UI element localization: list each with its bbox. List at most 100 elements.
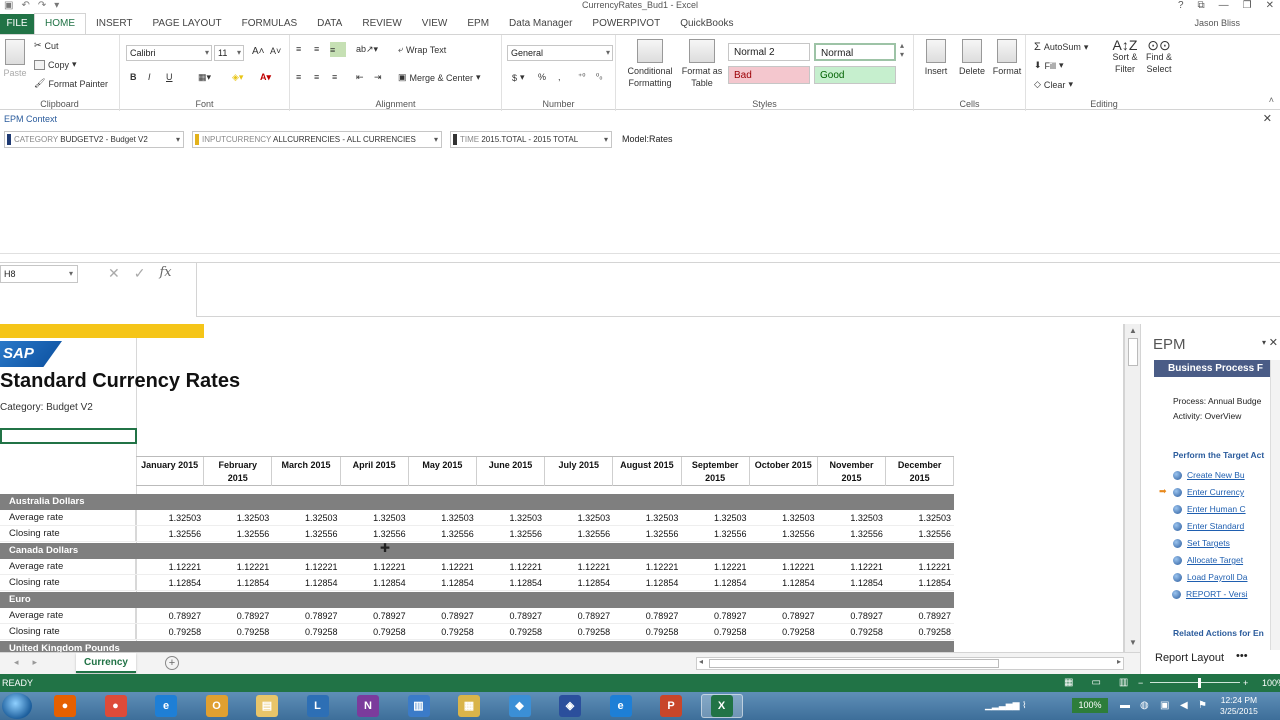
rate-cell[interactable]: 1.12221 <box>272 559 340 574</box>
signal-icon[interactable]: ▁▂▃▅▆ ⌇ <box>985 700 1027 711</box>
sort-filter-button[interactable]: A↕Z Sort & Filter <box>1108 38 1142 75</box>
rate-cell[interactable]: 0.79258 <box>681 624 749 639</box>
start-button[interactable] <box>2 693 32 719</box>
more-options-icon[interactable]: ••• <box>1236 650 1248 662</box>
epm-action-link[interactable]: Enter Human C <box>1173 502 1246 516</box>
name-box[interactable]: H8 <box>0 265 78 283</box>
rate-cell[interactable]: 1.32503 <box>750 510 818 525</box>
rate-cell[interactable]: 0.78927 <box>545 608 613 623</box>
taskbar-app[interactable]: ▦ <box>448 694 490 718</box>
rate-cell[interactable]: 1.32503 <box>886 510 954 525</box>
rate-cell[interactable]: 0.79258 <box>204 624 272 639</box>
rate-cell[interactable]: 0.78927 <box>409 608 477 623</box>
rate-cell[interactable]: 1.12854 <box>750 575 818 590</box>
rate-cell[interactable]: 1.32503 <box>340 510 408 525</box>
tab-data[interactable]: DATA <box>307 14 352 34</box>
minimize-icon[interactable]: — <box>1219 0 1229 11</box>
fill-button[interactable]: ⬇ Fill ▾ <box>1034 60 1064 71</box>
scroll-up-icon[interactable]: ▲ <box>1125 326 1141 338</box>
tab-page-layout[interactable]: PAGE LAYOUT <box>143 14 232 34</box>
rate-cell[interactable]: 0.79258 <box>340 624 408 639</box>
rate-cell[interactable]: 0.79258 <box>136 624 204 639</box>
clock[interactable]: 12:24 PM 3/25/2015 <box>1220 695 1258 717</box>
group-header-row[interactable]: United Kingdom Pounds <box>0 641 954 652</box>
tab-data-manager[interactable]: Data Manager <box>499 14 582 34</box>
rate-cell[interactable]: 1.32556 <box>613 526 681 541</box>
month-header[interactable]: January 2015 <box>136 457 205 486</box>
group-header-row[interactable]: Euro <box>0 592 954 608</box>
taskbar-app[interactable]: P <box>650 694 692 718</box>
rate-cell[interactable]: 0.78927 <box>477 608 545 623</box>
middle-align-icon[interactable]: ≡ <box>314 44 319 54</box>
rate-cell[interactable]: 1.12221 <box>681 559 749 574</box>
rate-cell[interactable]: 1.12221 <box>818 559 886 574</box>
rate-cell[interactable]: 0.79258 <box>477 624 545 639</box>
flag-icon[interactable]: ⚑ <box>1198 700 1207 711</box>
rate-cell[interactable]: 0.79258 <box>818 624 886 639</box>
rate-cell[interactable]: 1.32503 <box>613 510 681 525</box>
month-header[interactable]: February 2015 <box>204 457 273 486</box>
rate-cell[interactable]: 1.32556 <box>750 526 818 541</box>
taskbar-app[interactable]: ● <box>44 694 86 718</box>
cut-button[interactable]: ✂ Cut <box>34 40 59 51</box>
report-layout-label[interactable]: Report Layout <box>1155 652 1224 664</box>
format-as-table-button[interactable]: Format as Table <box>678 39 726 89</box>
restore-icon[interactable]: ❐ <box>1243 0 1252 11</box>
selected-cell[interactable] <box>0 428 137 444</box>
next-sheet-icon[interactable]: ▸ <box>33 657 38 668</box>
taskbar-app[interactable]: ▥ <box>398 694 440 718</box>
rate-cell[interactable]: 1.12854 <box>409 575 477 590</box>
tab-review[interactable]: REVIEW <box>352 14 411 34</box>
rate-cell[interactable]: 1.32503 <box>818 510 886 525</box>
horizontal-scrollbar[interactable]: ◂ ▸ <box>696 657 1124 670</box>
taskbar-app[interactable]: ◆ <box>499 694 541 718</box>
top-align-icon[interactable]: ≡ <box>296 44 301 54</box>
bottom-align-icon[interactable]: ≡ <box>330 42 346 57</box>
tab-view[interactable]: VIEW <box>412 14 458 34</box>
rate-cell[interactable]: 1.32503 <box>136 510 204 525</box>
zoom-in-icon[interactable]: + <box>1243 674 1248 692</box>
enter-icon[interactable]: ✓ <box>134 265 146 282</box>
epm-action-link[interactable]: Enter Standard <box>1173 519 1244 533</box>
month-header[interactable]: December 2015 <box>886 457 955 486</box>
taskbar-app[interactable]: O <box>196 694 238 718</box>
rate-cell[interactable]: 0.79258 <box>886 624 954 639</box>
rate-cell[interactable]: 1.12221 <box>409 559 477 574</box>
zoom-slider[interactable] <box>1150 682 1240 683</box>
month-header[interactable]: November 2015 <box>818 457 887 486</box>
scroll-down-icon[interactable]: ▼ <box>1125 638 1141 650</box>
month-header[interactable]: May 2015 <box>409 457 477 486</box>
rate-cell[interactable]: 1.12221 <box>545 559 613 574</box>
rate-cell[interactable]: 0.79258 <box>272 624 340 639</box>
page-layout-view-icon[interactable]: ▭ <box>1091 674 1100 692</box>
rate-cell[interactable]: 0.78927 <box>681 608 749 623</box>
month-header[interactable]: October 2015 <box>750 457 818 486</box>
epm-action-link[interactable]: Set Targets <box>1173 536 1230 550</box>
style-normal-2[interactable]: Normal 2 <box>728 43 810 61</box>
rate-cell[interactable]: 1.12854 <box>613 575 681 590</box>
vertical-scrollbar[interactable]: ▲ ▼ <box>1124 324 1140 652</box>
format-painter-button[interactable]: 🖌 Format Painter <box>34 78 108 89</box>
fill-color-icon[interactable]: ◈▾ <box>232 72 243 83</box>
taskbar-app[interactable]: ▤ <box>246 694 288 718</box>
rate-cell[interactable]: 1.12221 <box>340 559 408 574</box>
scroll-left-icon[interactable]: ◂ <box>699 657 703 666</box>
wrap-text-button[interactable]: ⤶ Wrap Text <box>398 44 446 55</box>
font-color-icon[interactable]: A▾ <box>260 72 271 83</box>
rate-cell[interactable]: 1.12221 <box>204 559 272 574</box>
add-sheet-icon[interactable]: + <box>165 656 179 670</box>
rate-cell[interactable]: 1.12221 <box>886 559 954 574</box>
taskbar-app[interactable]: e <box>600 694 642 718</box>
cancel-icon[interactable]: ✕ <box>108 265 120 282</box>
borders-icon[interactable]: ▦▾ <box>198 72 211 83</box>
row-label[interactable]: Closing rate <box>0 624 136 639</box>
rate-cell[interactable]: 1.32556 <box>818 526 886 541</box>
merge-center-button[interactable]: ▣ Merge & Center ▾ <box>398 72 481 83</box>
format-cells-button[interactable]: Format <box>990 39 1024 77</box>
collapse-ribbon-icon[interactable]: ˄ <box>1269 95 1274 105</box>
row-label[interactable]: Average rate <box>0 510 136 525</box>
style-bad[interactable]: Bad <box>728 66 810 84</box>
taskbar-app[interactable]: N <box>347 694 389 718</box>
rate-cell[interactable]: 0.79258 <box>545 624 613 639</box>
taskbar-app[interactable]: e <box>145 694 187 718</box>
